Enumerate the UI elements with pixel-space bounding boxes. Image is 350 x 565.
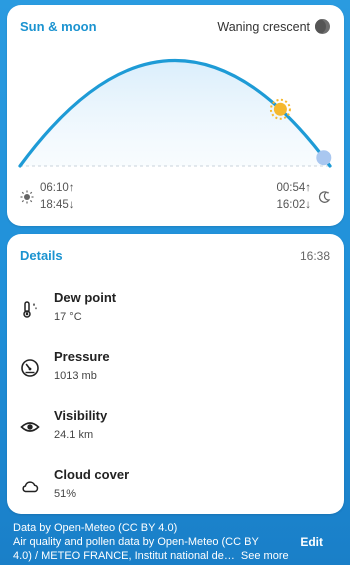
- sunset-time: 18:45↓: [40, 199, 75, 211]
- dew-point-value: 17 °C: [54, 311, 82, 323]
- attribution-line-2: Air quality and pollen data by Open-Mete…: [13, 536, 259, 548]
- data-attribution: Data by Open-Meteo (CC BY 4.0) Air quali…: [13, 521, 289, 563]
- moon-times: 00:54↑ 16:02↓: [276, 180, 331, 214]
- detail-pressure: Pressure 1013 mb: [20, 349, 110, 382]
- details-card: Details 16:38 Dew point 17 °C Pressure 1…: [7, 234, 344, 514]
- moonset-time: 16:02↓: [276, 199, 311, 211]
- see-more-link[interactable]: See more: [241, 550, 289, 562]
- moon-position-icon: [316, 150, 332, 166]
- moonrise-time: 00:54↑: [276, 182, 311, 194]
- updated-time: 16:38: [299, 249, 330, 263]
- dew-point-label: Dew point: [54, 290, 117, 305]
- sun-times: 06:10↑ 18:45↓: [20, 180, 75, 214]
- sun-moon-card: Sun & moon Waning crescent 06:10↑ 18:45↓…: [7, 5, 344, 226]
- detail-dew-point: Dew point 17 °C: [20, 290, 116, 323]
- dew-point-icon: [23, 301, 37, 318]
- cloud-cover-value: 51%: [54, 488, 77, 500]
- detail-visibility: Visibility 24.1 km: [20, 408, 107, 441]
- attribution-line-3: 4.0) / METEO FRANCE, Institut national d…: [13, 550, 235, 562]
- detail-cloud-cover: Cloud cover 51%: [20, 467, 129, 500]
- edit-button[interactable]: Edit: [300, 535, 323, 549]
- pressure-value: 1013 mb: [54, 370, 97, 382]
- visibility-label: Visibility: [54, 408, 108, 423]
- eye-icon: [20, 422, 40, 432]
- cloud-cover-label: Cloud cover: [54, 467, 130, 482]
- details-title: Details: [20, 248, 63, 263]
- gauge-icon: [21, 359, 39, 377]
- visibility-value: 24.1 km: [54, 429, 94, 441]
- pressure-label: Pressure: [54, 349, 110, 364]
- sun-icon: [20, 190, 34, 204]
- moon-icon: [318, 191, 331, 203]
- sunrise-time: 06:10↑: [40, 182, 75, 194]
- cloud-icon: [22, 481, 39, 493]
- attribution-line-1: Data by Open-Meteo (CC BY 4.0): [13, 522, 178, 534]
